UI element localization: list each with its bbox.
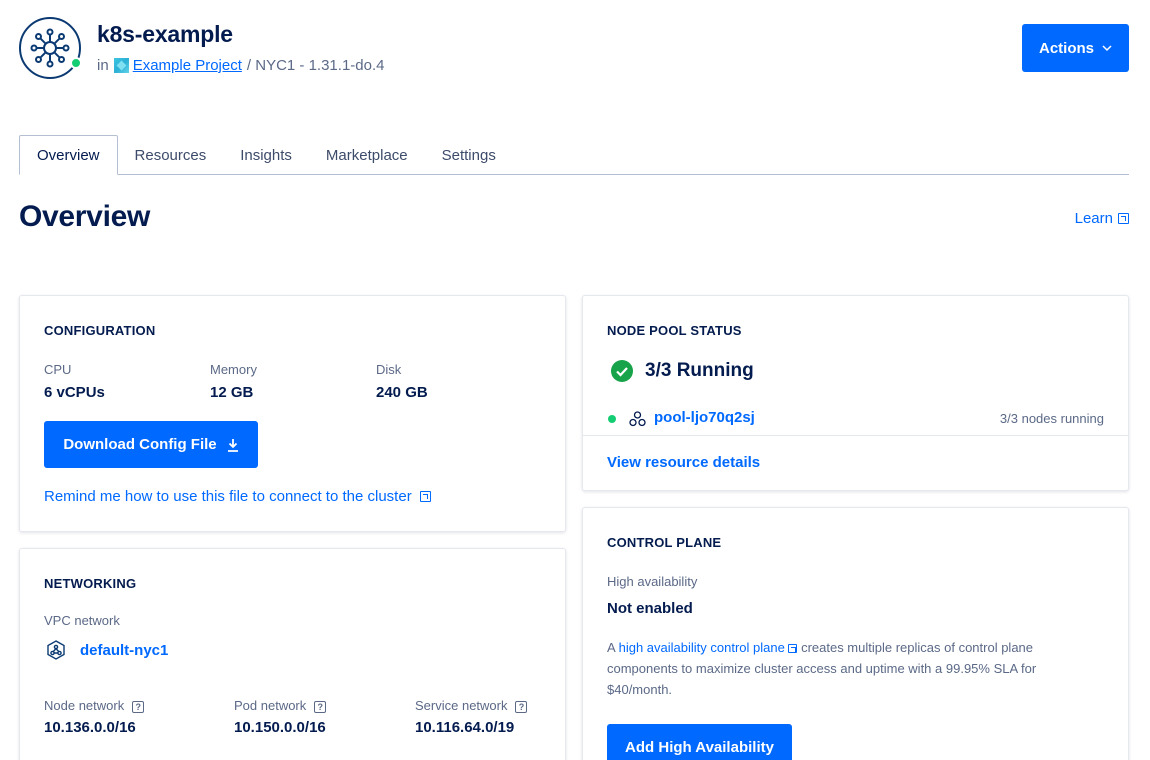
configuration-title: CONFIGURATION (44, 323, 156, 338)
high-availability-value: Not enabled (607, 600, 693, 617)
node-pool-icon (629, 411, 646, 427)
node-pool-title: NODE POOL STATUS (607, 323, 742, 338)
pod-network-label: Pod network? (234, 698, 327, 713)
pool-name-link[interactable]: pool-ljo70q2sj (654, 409, 755, 426)
vpc-label: VPC network (44, 613, 120, 628)
pool-nodes-running: 3/3 nodes running (999, 411, 1104, 426)
cluster-header: k8s-example in Example Project / NYC1 - … (19, 17, 1129, 79)
project-icon (113, 58, 129, 73)
ha-control-plane-link[interactable]: high availability control plane (619, 640, 785, 655)
node-pool-status-card: NODE POOL STATUS 3/3 Running pool-ljo70q… (582, 295, 1129, 491)
external-link-icon (1118, 213, 1129, 224)
in-label: in (97, 57, 109, 74)
tab-resources[interactable]: Resources (118, 135, 224, 175)
tab-marketplace[interactable]: Marketplace (309, 135, 425, 175)
networking-title: NETWORKING (44, 576, 137, 591)
external-link-icon (788, 644, 798, 654)
running-summary: 3/3 Running (611, 360, 754, 382)
kubernetes-cluster-icon (19, 17, 81, 79)
learn-label: Learn (1074, 210, 1113, 227)
page-title: Overview (19, 200, 151, 233)
external-link-icon (419, 491, 431, 502)
tab-insights[interactable]: Insights (223, 135, 309, 175)
actions-button[interactable]: Actions (1022, 24, 1129, 72)
memory-label: Memory (210, 362, 257, 377)
cluster-status-dot (70, 57, 82, 69)
help-icon[interactable]: ? (314, 700, 327, 713)
node-network-value: 10.136.0.0/16 (44, 719, 136, 736)
high-availability-description: A high availability control plane create… (607, 637, 1087, 700)
vpc-name-link[interactable]: default-nyc1 (80, 642, 168, 659)
download-config-label: Download Config File (63, 436, 217, 453)
remind-config-label: Remind me how to use this file to connec… (44, 488, 412, 505)
cluster-name: k8s-example (97, 21, 233, 47)
view-resource-details-link[interactable]: View resource details (607, 454, 760, 471)
service-network-label: Service network? (415, 698, 528, 713)
disk-value: 240 GB (376, 384, 428, 401)
download-config-button[interactable]: Download Config File (44, 421, 258, 468)
networking-card: NETWORKING VPC network default-nyc1 Node… (19, 548, 566, 760)
help-icon[interactable]: ? (132, 700, 145, 713)
pod-network-label-text: Pod network (234, 698, 307, 713)
pool-divider (583, 435, 1128, 436)
tab-settings[interactable]: Settings (425, 135, 513, 175)
remind-config-link[interactable]: Remind me how to use this file to connec… (44, 488, 431, 505)
configuration-card: CONFIGURATION CPU 6 vCPUs Memory 12 GB D… (19, 295, 566, 532)
service-network-label-text: Service network (415, 698, 508, 713)
disk-label: Disk (376, 362, 402, 377)
region-version: / NYC1 - 1.31.1-do.4 (246, 57, 385, 74)
cpu-value: 6 vCPUs (44, 384, 105, 401)
project-link[interactable]: Example Project (133, 57, 242, 74)
download-icon (227, 438, 238, 452)
help-icon[interactable]: ? (515, 700, 528, 713)
pool-status-dot (608, 415, 616, 423)
pod-network-value: 10.150.0.0/16 (234, 719, 326, 736)
high-availability-label: High availability (607, 574, 698, 589)
check-circle-icon (611, 360, 633, 382)
cpu-label: CPU (44, 362, 72, 377)
control-plane-title: CONTROL PLANE (607, 535, 722, 550)
node-network-label: Node network? (44, 698, 145, 713)
tab-bar: Overview Resources Insights Marketplace … (19, 135, 1129, 175)
cluster-subtitle: in Example Project / NYC1 - 1.31.1-do.4 (97, 57, 384, 74)
running-summary-text: 3/3 Running (645, 360, 754, 381)
actions-label: Actions (1038, 39, 1094, 57)
tab-overview[interactable]: Overview (19, 135, 118, 175)
chevron-down-icon (1102, 44, 1112, 51)
memory-value: 12 GB (210, 384, 254, 401)
add-high-availability-button[interactable]: Add High Availability (607, 724, 792, 760)
description-prefix: A (607, 640, 615, 655)
vpc-network-icon (47, 640, 65, 660)
control-plane-card: CONTROL PLANE High availability Not enab… (582, 507, 1129, 760)
node-network-label-text: Node network (44, 698, 125, 713)
learn-link[interactable]: Learn (1075, 210, 1129, 227)
service-network-value: 10.116.64.0/19 (415, 719, 515, 736)
